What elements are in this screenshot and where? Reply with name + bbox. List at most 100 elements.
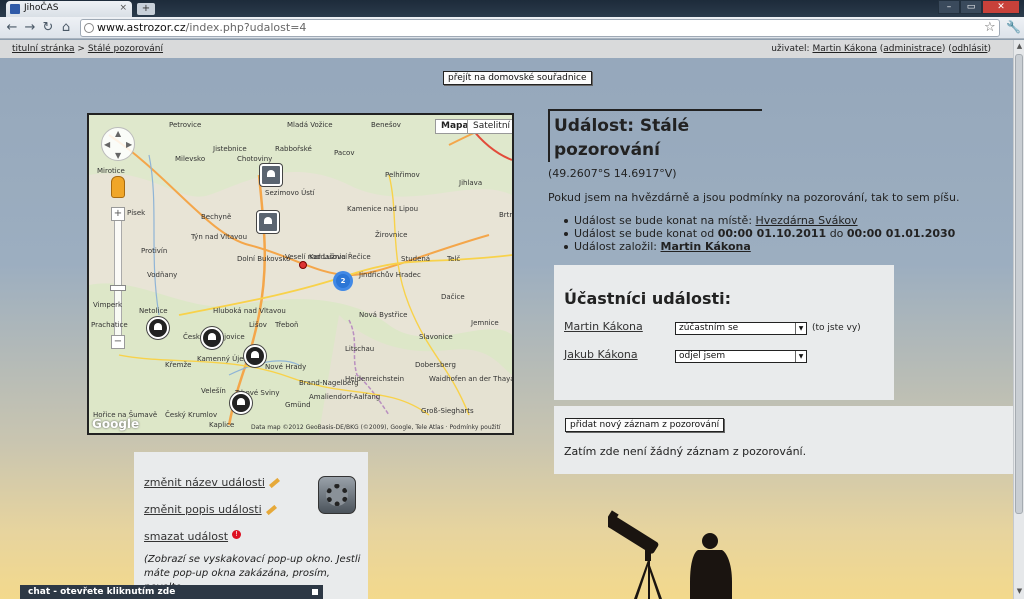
event-founder-label: Událost založil: — [574, 240, 657, 253]
no-observations-text: Zatím zde není žádný záznam z pozorování… — [564, 445, 807, 458]
map-town-label: Netolice — [139, 307, 168, 315]
edit-description-label: změnit popis události — [144, 503, 262, 516]
google-logo: Google — [92, 417, 140, 431]
chat-bar[interactable]: chat - otevřete kliknutím zde — [20, 585, 323, 599]
observatory-marker-icon[interactable] — [244, 345, 266, 367]
breadcrumb-home-link[interactable]: titulní stránka — [12, 44, 75, 54]
address-bar[interactable]: www.astrozor.cz/index.php?udalost=4 — [80, 19, 1000, 37]
browser-tab[interactable]: JihoČAS × — [6, 1, 132, 17]
event-time-from: 00:00 01.10.2011 — [717, 227, 827, 240]
admin-link[interactable]: administrace — [883, 44, 942, 54]
map-town-label: Kamenice nad Lipou — [347, 205, 419, 213]
map-town-label: Jistebnice — [213, 145, 247, 153]
home-coordinates-button[interactable]: přejít na domovské souřadnice — [443, 71, 592, 85]
participant-status-select[interactable]: odjel jsem ▼ — [675, 350, 807, 363]
user-area: uživatel: Martin Kákona (administrace) (… — [771, 44, 991, 54]
participant-status-value: zúčastním se — [679, 323, 739, 333]
close-window-button[interactable]: ✕ — [982, 0, 1020, 14]
pan-control[interactable]: ▲ ▼ ◀ ▶ — [101, 127, 135, 161]
event-founder-item: Událost založil: Martin Kákona — [563, 240, 955, 253]
user-label: uživatel: — [771, 44, 810, 54]
scroll-up-icon[interactable]: ▲ — [1015, 41, 1024, 51]
minimize-button[interactable]: – — [938, 0, 960, 14]
marker-cluster[interactable]: 2 — [333, 271, 353, 291]
pan-down-icon[interactable]: ▼ — [115, 151, 121, 160]
wrench-icon[interactable]: 🔧 — [1006, 20, 1021, 34]
add-observation-button[interactable]: přidat nový záznam z pozorování — [565, 418, 725, 432]
event-title: Událost: Stálé pozorování — [548, 109, 762, 162]
tab-title: JihoČAS — [24, 3, 59, 13]
map-town-label: Jindřichův Hradec — [359, 271, 421, 279]
map-town-label: Rabbořské — [275, 145, 312, 153]
forward-icon[interactable]: → — [22, 20, 38, 36]
map-town-label: Petrovice — [169, 121, 202, 129]
delete-event-link[interactable]: smazat událost! — [144, 530, 242, 543]
map-town-label: Jemnice — [471, 319, 499, 327]
scroll-down-icon[interactable]: ▼ — [1015, 586, 1024, 596]
site-favicon-icon — [10, 4, 20, 14]
map-town-label: Telč — [447, 255, 461, 263]
participant-status-select[interactable]: zúčastním se ▼ — [675, 322, 807, 335]
page-scrollbar[interactable]: ▲ ▼ — [1013, 40, 1024, 599]
observatory-marker-icon[interactable] — [260, 164, 282, 186]
participant-name-link[interactable]: Martin Kákona — [564, 320, 643, 333]
map-town-label: Vimperk — [93, 301, 123, 309]
pan-left-icon[interactable]: ◀ — [104, 140, 110, 149]
observations-panel: přidat nový záznam z pozorování Zatím zd… — [554, 406, 1013, 474]
scrollbar-thumb[interactable] — [1015, 54, 1023, 514]
map-town-label: Dolní Bukovsko — [237, 255, 291, 263]
breadcrumb-current-link[interactable]: Stálé pozorování — [88, 44, 163, 54]
event-time-to-label: do — [829, 227, 844, 240]
breadcrumb-separator: > — [77, 44, 85, 54]
map-town-label: Amaliendorf-Aalfang — [309, 393, 381, 401]
bookmark-star-icon[interactable]: ☆ — [984, 20, 996, 35]
event-coordinates: (49.2607°S 14.6917°V) — [548, 167, 677, 180]
participants-title: Účastníci události: — [564, 289, 732, 308]
observatory-marker-icon[interactable] — [257, 211, 279, 233]
observatory-marker-icon[interactable] — [147, 317, 169, 339]
map-town-label: Vodňany — [147, 271, 178, 279]
back-icon[interactable]: ← — [4, 20, 20, 36]
zoom-out-button[interactable]: − — [111, 335, 125, 349]
edit-description-link[interactable]: změnit popis události — [144, 503, 277, 516]
map-town-label: Litschau — [345, 345, 375, 353]
map-town-label: Dobersberg — [415, 361, 456, 369]
map-town-label: Slavonice — [419, 333, 453, 341]
warning-icon: ! — [232, 530, 242, 539]
new-tab-button[interactable]: + — [137, 3, 155, 15]
pan-right-icon[interactable]: ▶ — [126, 140, 132, 149]
rename-event-label: změnit název události — [144, 476, 265, 489]
rename-event-link[interactable]: změnit název události — [144, 476, 280, 489]
participant-name-link[interactable]: Jakub Kákona — [564, 348, 638, 361]
chevron-down-icon: ▼ — [795, 351, 806, 362]
user-name-link[interactable]: Martin Kákona — [812, 44, 876, 54]
reload-icon[interactable]: ↻ — [40, 20, 56, 36]
map-type-satellite-button[interactable]: Satelitní — [467, 119, 512, 134]
map[interactable]: Mapa Satelitní ▲ ▼ ◀ ▶ + − Petrovice Mlad… — [87, 113, 514, 435]
event-founder-link[interactable]: Martin Kákona — [661, 240, 751, 253]
astronomer-silhouette-image — [608, 510, 732, 599]
street-view-pegman-icon[interactable] — [111, 176, 125, 198]
map-town-label: Nová Bystřice — [359, 311, 408, 319]
browser-toolbar: ← → ↻ ⌂ www.astrozor.cz/index.php?udalos… — [0, 17, 1024, 39]
delete-event-label: smazat událost — [144, 530, 229, 543]
tab-close-icon[interactable]: × — [119, 3, 127, 13]
map-town-label: Sezimovo Ústí — [265, 189, 315, 197]
map-attribution[interactable]: Data map ©2012 GeoBasis-DE/BKG (©2009), … — [251, 424, 501, 431]
home-icon[interactable]: ⌂ — [58, 20, 74, 36]
map-town-label: Benešov — [371, 121, 401, 129]
map-town-label: Pacov — [334, 149, 355, 157]
chat-expand-icon[interactable] — [312, 589, 318, 595]
event-place-item: Událost se bude konat na místě: Hvezdárn… — [563, 214, 955, 227]
zoom-in-button[interactable]: + — [111, 207, 125, 221]
pencil-icon — [265, 504, 277, 516]
observatory-marker-icon[interactable] — [201, 327, 223, 349]
logout-link[interactable]: odhlásit — [952, 44, 988, 54]
pan-up-icon[interactable]: ▲ — [115, 129, 121, 138]
maximize-button[interactable]: ▭ — [960, 0, 982, 14]
event-place-link[interactable]: Hvezdárna Svákov — [756, 214, 858, 227]
zoom-knob[interactable] — [110, 285, 126, 291]
observatory-marker-icon[interactable] — [230, 392, 252, 414]
participant-note: (to jste vy) — [812, 323, 861, 333]
location-pin-icon[interactable] — [299, 261, 307, 269]
